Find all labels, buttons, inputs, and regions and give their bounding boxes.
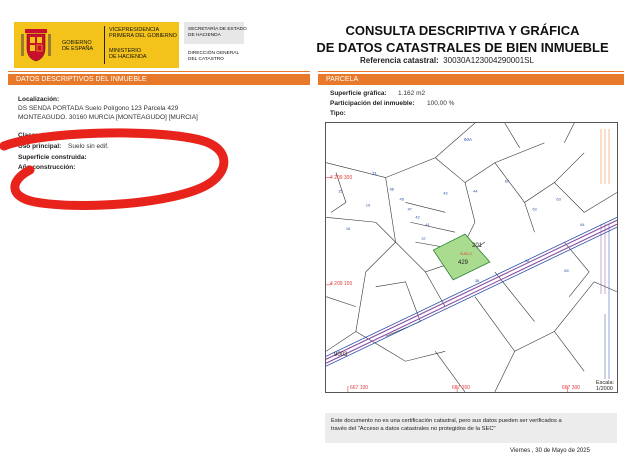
svg-text:19: 19 — [366, 202, 371, 207]
descriptive-data-bar: DATOS DESCRIPTIVOS DEL INMUEBLE — [8, 74, 310, 85]
svg-text:62: 62 — [533, 206, 537, 211]
svg-text:45: 45 — [400, 196, 405, 201]
map-legend-strip — [600, 129, 610, 379]
gov-divider — [104, 26, 105, 64]
parcela-bar: PARCELA — [318, 74, 624, 85]
svg-text:47: 47 — [407, 206, 411, 211]
svg-text:64: 64 — [580, 222, 585, 227]
left-top-rule — [8, 71, 310, 72]
svg-text:65: 65 — [564, 268, 569, 273]
gov-text-vicepresidencia: VICEPRESIDENCIA PRIMERA DEL GOBIERNO — [109, 27, 177, 40]
red-handwritten-circle — [0, 128, 229, 210]
svg-text:15: 15 — [338, 188, 343, 193]
svg-text:66: 66 — [390, 186, 395, 191]
svg-text:37: 37 — [421, 236, 425, 241]
label-201: 201 — [472, 243, 483, 249]
participacion-value: 100,00 % — [427, 100, 455, 107]
svg-text:42: 42 — [415, 214, 419, 219]
sup-grafica-label: Superficie gráfica: — [330, 90, 387, 97]
localizacion-line1: DS SENDA PORTADA Suelo Polígono 123 Parc… — [18, 105, 179, 112]
svg-text:43: 43 — [443, 190, 448, 195]
participacion-label: Participación del inmueble: — [330, 100, 415, 107]
parcel-sub-label: SUELO — [460, 252, 472, 256]
map-scale: Escala: 1/2000 — [596, 380, 615, 392]
label-9003: 9003 — [334, 352, 348, 358]
svg-text:41: 41 — [425, 222, 430, 227]
gov-text-ministerio: MINISTERIO DE HACIENDA — [109, 48, 147, 61]
sup-grafica-value: 1.162 m2 — [398, 90, 426, 97]
svg-text:60: 60 — [505, 179, 510, 184]
coord-bottom-2: 667 200 — [452, 385, 471, 391]
gov-text-gobierno: GOBIERNO DE ESPAÑA — [62, 40, 94, 53]
label-31: 31 — [372, 171, 378, 176]
svg-text:36: 36 — [475, 278, 480, 283]
svg-text:63: 63 — [556, 196, 561, 201]
document-title: CONSULTA DESCRIPTIVA Y GRÁFICA DE DATOS … — [316, 23, 609, 55]
gov-text-catastro: DIRECCIÓN GENERAL DEL CATASTRO — [188, 51, 240, 62]
coord-left-1: 4 209 300 — [330, 175, 353, 181]
coord-bottom-3: 667 300 — [562, 385, 581, 391]
parcel-number-label: 429 — [458, 260, 469, 266]
gov-text-secretaria: SECRETARÍA DE ESTADO DE HACIENDA — [188, 27, 247, 38]
disclaimer-box: Este documento no es una certificación c… — [325, 413, 617, 443]
map-drawing: 66 4547 42 41 37 43 44 60 62 63 64 16 15 19 36 40 6… — [326, 123, 617, 392]
svg-text:44: 44 — [473, 188, 478, 193]
localizacion-label: Localización: — [18, 96, 60, 103]
svg-text:40: 40 — [525, 258, 530, 263]
document-date: Viernes , 30 de Mayo de 2025 — [510, 448, 590, 454]
coord-left-2: 4 209 100 — [330, 281, 353, 287]
svg-text:16: 16 — [346, 226, 351, 231]
cadastral-map[interactable]: 66 45 47 42 41 37 43 44 60 62 63 64 16 15 19 36 40 6… — [325, 122, 618, 393]
cadastral-reference: Referencia catastral: 30030A123004290001… — [360, 56, 534, 65]
label-60a: 60A — [464, 137, 473, 142]
coord-bottom-1: 667 100 — [350, 385, 369, 391]
right-top-rule — [318, 71, 624, 72]
coat-of-arms-icon — [21, 29, 51, 62]
tipo-label: Tipo: — [330, 110, 346, 117]
